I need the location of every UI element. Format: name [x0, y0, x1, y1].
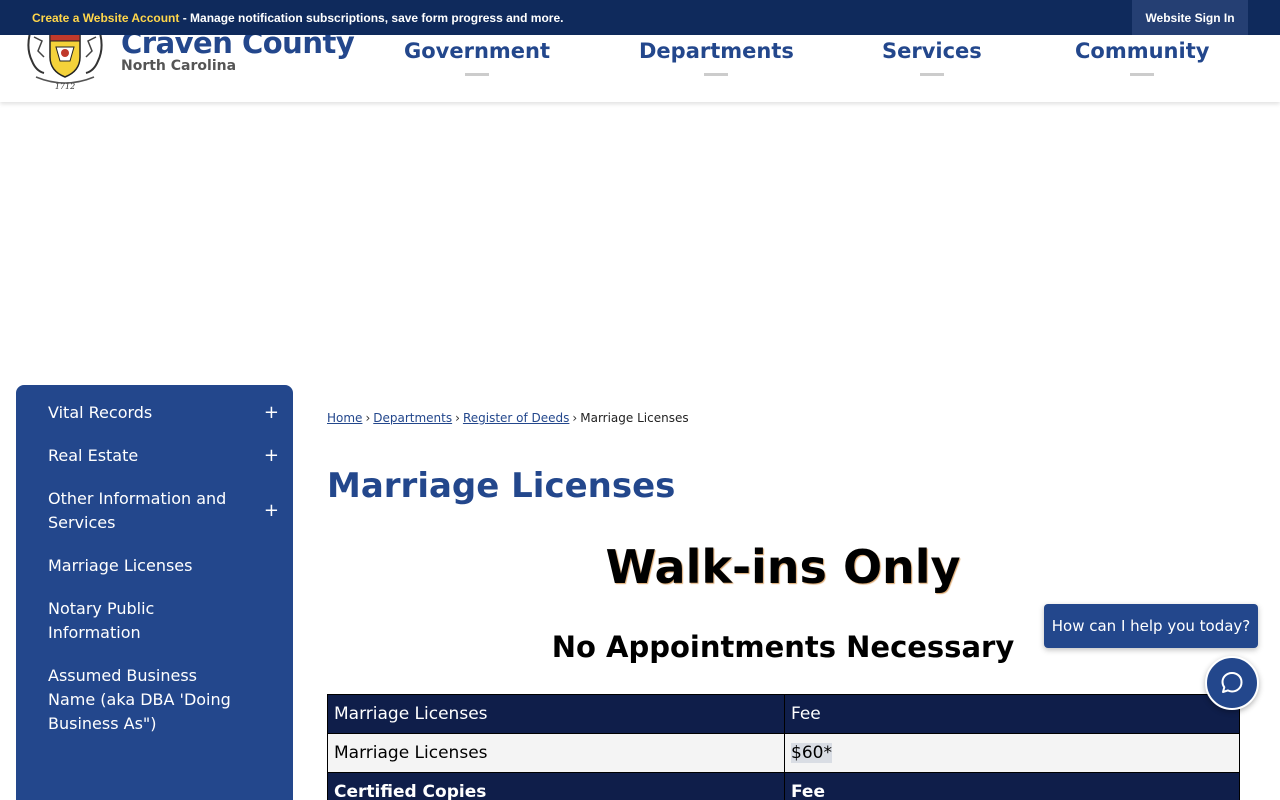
breadcrumb-current: Marriage Licenses	[580, 411, 689, 425]
sidebar-item-label: Assumed Business Name (aka DBA 'Doing Bu…	[48, 666, 231, 733]
table-header-row: Marriage Licenses Fee	[327, 694, 1240, 734]
table-header-cell: Certified Copies	[327, 772, 785, 800]
walkins-heading: Walk-ins Only	[605, 540, 961, 594]
site-subtitle: North Carolina	[121, 58, 237, 74]
nav-underline	[919, 73, 944, 76]
nav-label: Departments	[639, 39, 794, 63]
table-row: Marriage Licenses $60*	[327, 733, 1240, 773]
table-cell: $60*	[784, 733, 1240, 773]
notification-message: Create a Website Account - Manage notifi…	[32, 11, 563, 25]
nav-underline	[1130, 73, 1155, 76]
notification-text: - Manage notification subscriptions, sav…	[179, 11, 564, 25]
nav-government[interactable]: Government	[404, 39, 550, 76]
chat-launcher-button[interactable]	[1205, 656, 1259, 710]
seal-year: 1712	[55, 82, 75, 91]
sidebar-item-notary-public[interactable]: Notary Public Information	[16, 589, 293, 653]
site-title[interactable]: Craven County	[121, 35, 355, 60]
sidebar-item-other-information[interactable]: Other Information and Services +	[16, 479, 293, 543]
expand-plus-icon[interactable]: +	[264, 401, 279, 425]
nav-label: Government	[404, 39, 551, 63]
breadcrumb-home[interactable]: Home	[327, 411, 362, 425]
breadcrumb-separator: ›	[455, 411, 460, 425]
site-header: 1712 Craven County North Carolina Govern…	[0, 35, 1280, 102]
nav-community[interactable]: Community	[1075, 39, 1209, 76]
sidebar-item-label: Real Estate	[48, 446, 139, 465]
county-seal-logo[interactable]: 1712	[22, 35, 108, 93]
sidebar-item-real-estate[interactable]: Real Estate +	[16, 436, 293, 476]
sidebar-item-vital-records[interactable]: Vital Records +	[16, 393, 293, 433]
nav-underline	[465, 73, 489, 76]
website-sign-in-button[interactable]: Website Sign In	[1132, 0, 1248, 35]
sidebar-item-marriage-licenses[interactable]: Marriage Licenses	[16, 546, 293, 586]
nav-underline	[704, 73, 729, 76]
notification-bar: Create a Website Account - Manage notifi…	[0, 0, 1280, 35]
sidebar-nav: Vital Records + Real Estate + Other Info…	[16, 385, 293, 800]
table-header-cell: Fee	[784, 694, 1240, 734]
table-cell: Marriage Licenses	[327, 733, 785, 773]
breadcrumb-separator: ›	[572, 411, 578, 425]
fee-value: $60*	[791, 743, 832, 763]
breadcrumb-separator: ›	[365, 411, 371, 425]
expand-plus-icon[interactable]: +	[264, 444, 279, 468]
nav-services[interactable]: Services	[882, 39, 982, 76]
sidebar-item-assumed-business-name[interactable]: Assumed Business Name (aka DBA 'Doing Bu…	[16, 656, 293, 744]
chat-icon	[1221, 672, 1243, 693]
nav-label: Services	[882, 39, 982, 63]
sidebar-item-label: Other Information and Services	[48, 489, 227, 532]
nav-departments[interactable]: Departments	[639, 39, 794, 76]
breadcrumb-departments[interactable]: Departments	[373, 411, 452, 425]
sidebar-item-label: Vital Records	[48, 403, 153, 422]
table-header-cell: Marriage Licenses	[327, 694, 785, 734]
chat-prompt-bubble[interactable]: How can I help you today?	[1044, 604, 1258, 648]
breadcrumb-register-of-deeds[interactable]: Register of Deeds	[463, 411, 569, 425]
breadcrumb: Home › Departments › Register of Deeds › Marri…	[327, 411, 689, 425]
expand-plus-icon[interactable]: +	[264, 499, 279, 523]
create-account-link[interactable]: Create a Website Account	[32, 11, 179, 25]
sidebar-item-label: Marriage Licenses	[48, 556, 193, 575]
page-title: Marriage Licenses	[327, 466, 676, 506]
fee-table: Marriage Licenses Fee Marriage Licenses …	[327, 694, 1240, 800]
table-header-cell: Fee	[784, 772, 1240, 800]
nav-label: Community	[1075, 39, 1210, 63]
sidebar-item-label: Notary Public Information	[48, 599, 155, 642]
table-header-row: Certified Copies Fee	[327, 772, 1240, 800]
